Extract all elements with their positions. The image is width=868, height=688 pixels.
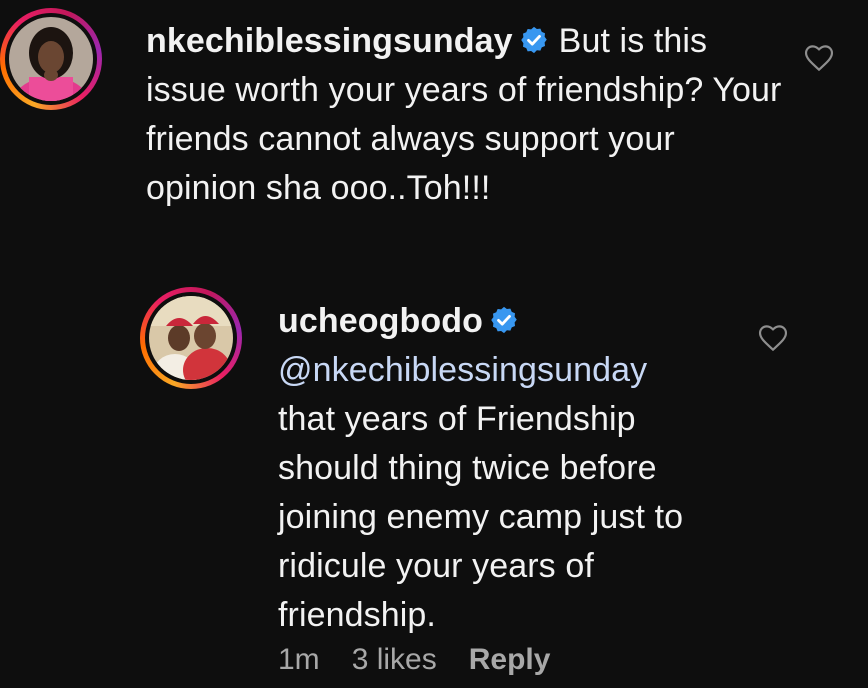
avatar-photo: [9, 17, 93, 101]
reply-body: that years of Friendship should thing tw…: [278, 400, 684, 634]
heart-outline-icon[interactable]: [802, 42, 836, 72]
mention-link[interactable]: @nkechiblessingsunday: [278, 346, 778, 395]
avatar: [149, 296, 233, 380]
comment-text-block: nkechiblessingsunday But is this issue w…: [146, 17, 786, 213]
avatar-photo: [149, 296, 233, 380]
comment-username[interactable]: nkechiblessingsunday: [146, 22, 513, 60]
avatar-frame: [145, 292, 237, 384]
avatar: [9, 17, 93, 101]
heart-outline-icon[interactable]: [756, 322, 790, 352]
verified-badge-icon: [520, 26, 547, 54]
likes-count[interactable]: 3 likes: [352, 640, 437, 680]
comment: nkechiblessingsunday But is this issue w…: [0, 0, 868, 290]
verified-badge-icon: [491, 306, 517, 334]
reply-button[interactable]: Reply: [469, 640, 551, 680]
reply-text-block: ucheogbodo @nkechiblessingsunday that ye…: [278, 297, 778, 640]
reply-meta: 1m 3 likes Reply: [278, 640, 550, 680]
story-ring-avatar[interactable]: [140, 287, 242, 389]
avatar-frame: [5, 13, 97, 105]
reply-username[interactable]: ucheogbodo: [278, 302, 483, 340]
story-ring-avatar[interactable]: [0, 8, 102, 110]
timestamp: 1m: [278, 643, 320, 676]
